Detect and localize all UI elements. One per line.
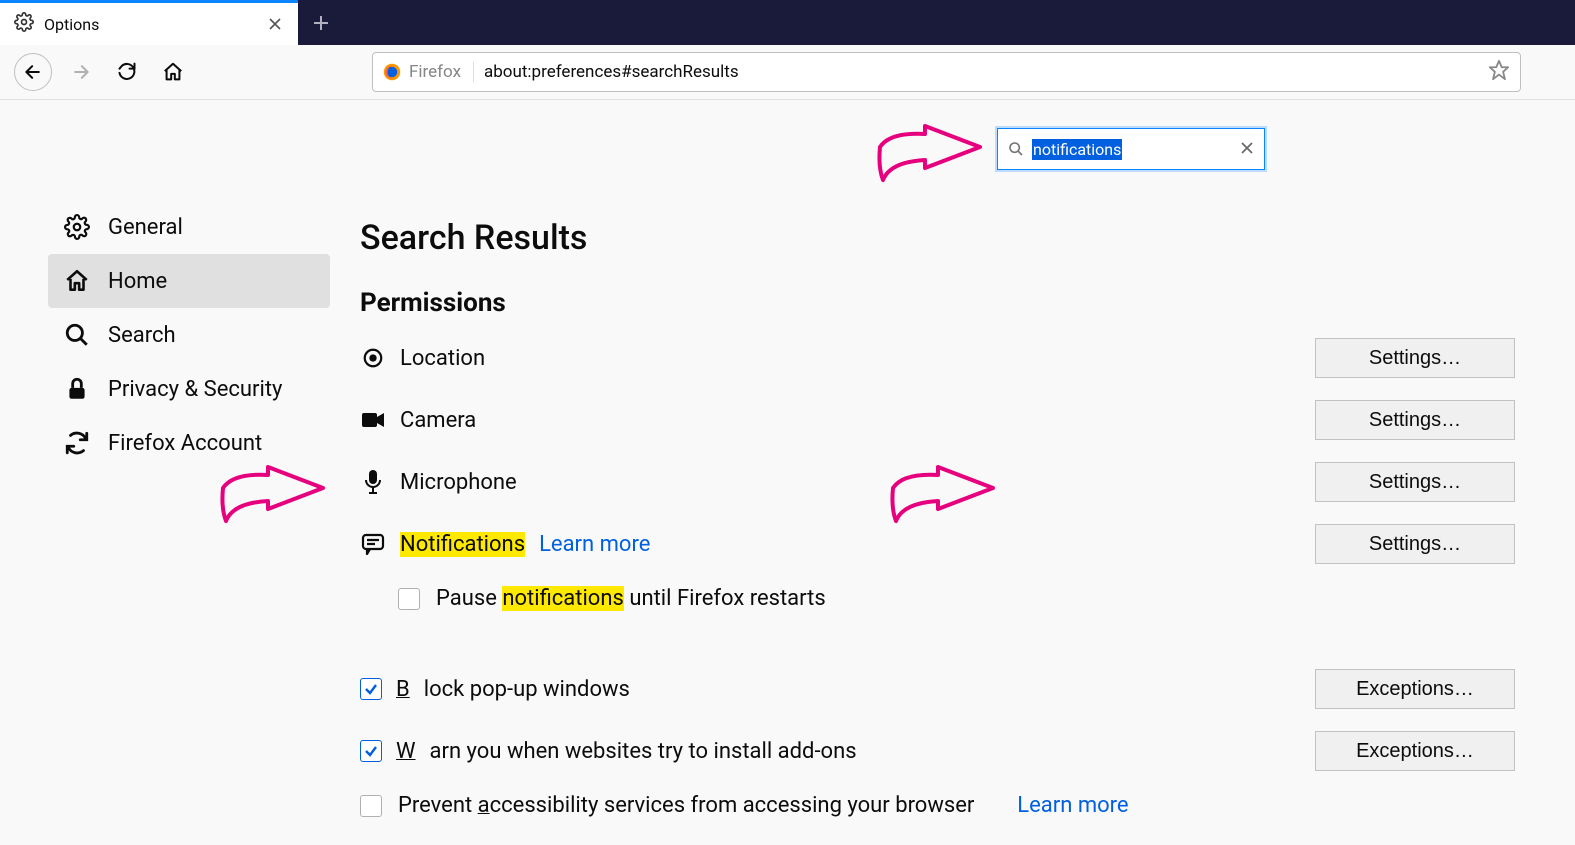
clear-search-button[interactable] [1240, 140, 1254, 159]
firefox-icon [383, 63, 401, 81]
location-icon [360, 347, 386, 369]
checkbox-label: Block pop-up windows [396, 677, 630, 702]
page-title: Search Results [360, 218, 1515, 258]
sidebar-item-account[interactable]: Firefox Account [48, 416, 330, 470]
sidebar-item-label: Search [108, 323, 176, 348]
preferences-main: notifications Search Results Permissions… [330, 100, 1575, 845]
sidebar-item-search[interactable]: Search [48, 308, 330, 362]
notification-icon [360, 533, 386, 555]
microphone-icon [360, 469, 386, 495]
camera-icon [360, 410, 386, 430]
checkbox-icon [360, 795, 382, 817]
checkbox-warn-addons[interactable] [360, 740, 382, 762]
url-host: Firefox [409, 62, 461, 82]
close-tab-button[interactable] [266, 15, 284, 33]
tab-bar: Options [0, 0, 1575, 45]
url-path: about:preferences#searchResults [484, 62, 1478, 82]
forward-button[interactable] [64, 55, 98, 89]
permission-label: Location [400, 346, 485, 371]
lock-icon [64, 376, 90, 402]
annotation-pointer [888, 463, 998, 532]
sidebar-item-label: Home [108, 269, 167, 294]
permission-label: Camera [400, 408, 476, 433]
home-button[interactable] [156, 55, 190, 89]
permission-row-location: Location Settings… [360, 338, 1515, 378]
checkbox-pause-notifications[interactable]: Pause notifications until Firefox restar… [398, 586, 1515, 611]
checkbox-block-popups[interactable] [360, 678, 382, 700]
checkbox-label: Prevent accessibility services from acce… [398, 793, 974, 818]
back-button[interactable] [14, 53, 52, 91]
search-icon [64, 322, 90, 348]
sidebar-item-general[interactable]: General [48, 200, 330, 254]
gear-icon [14, 12, 34, 36]
gear-icon [64, 214, 90, 240]
reload-button[interactable] [110, 55, 144, 89]
checkbox-label: Warn you when websites try to install ad… [396, 739, 857, 764]
checkbox-prevent-a11y[interactable]: Prevent accessibility services from acce… [360, 793, 1515, 818]
settings-button-notifications[interactable]: Settings… [1315, 524, 1515, 564]
navigation-toolbar: Firefox about:preferences#searchResults [0, 45, 1575, 100]
url-bar[interactable]: Firefox about:preferences#searchResults [372, 52, 1521, 92]
bookmark-star-icon[interactable] [1488, 59, 1510, 85]
new-tab-button[interactable] [298, 0, 343, 45]
identity-box[interactable]: Firefox [383, 62, 474, 82]
exceptions-button-popups[interactable]: Exceptions… [1315, 669, 1515, 709]
sidebar-item-label: Firefox Account [108, 431, 262, 456]
sync-icon [64, 430, 90, 456]
permission-row-camera: Camera Settings… [360, 400, 1515, 440]
annotation-pointer [218, 463, 328, 532]
checkbox-icon [398, 588, 420, 610]
section-heading-permissions: Permissions [360, 288, 1515, 318]
checkbox-warn-addons-row: Warn you when websites try to install ad… [360, 731, 1515, 771]
permission-label: Microphone [400, 470, 517, 495]
browser-tab-options[interactable]: Options [0, 0, 298, 45]
annotation-pointer [875, 122, 985, 191]
search-icon [1008, 141, 1024, 157]
permission-label: Notifications [400, 532, 525, 557]
preferences-search-value: notifications [1032, 139, 1122, 160]
sidebar-item-home[interactable]: Home [48, 254, 330, 308]
settings-button-microphone[interactable]: Settings… [1315, 462, 1515, 502]
settings-button-camera[interactable]: Settings… [1315, 400, 1515, 440]
learn-more-link[interactable]: Learn more [1017, 793, 1128, 818]
settings-button-location[interactable]: Settings… [1315, 338, 1515, 378]
sidebar-item-privacy[interactable]: Privacy & Security [48, 362, 330, 416]
sidebar-item-label: Privacy & Security [108, 377, 282, 402]
preferences-search[interactable]: notifications [997, 128, 1265, 170]
home-icon [64, 268, 90, 294]
checkbox-block-popups-row: Block pop-up windows Exceptions… [360, 669, 1515, 709]
exceptions-button-addons[interactable]: Exceptions… [1315, 731, 1515, 771]
tab-title: Options [44, 15, 256, 34]
checkbox-label: Pause notifications until Firefox restar… [436, 586, 826, 611]
learn-more-link[interactable]: Learn more [539, 532, 650, 557]
sidebar-item-label: General [108, 215, 183, 240]
